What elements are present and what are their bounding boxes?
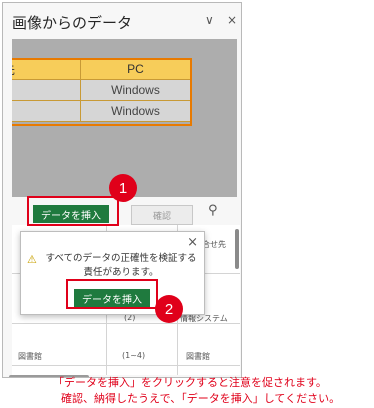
grid-line bbox=[12, 365, 240, 366]
close-icon[interactable]: × bbox=[227, 13, 237, 27]
highlight-box-popup-insert bbox=[66, 279, 158, 309]
popup-message: すべてのデータの正確性を検証する責任があります。 bbox=[45, 253, 197, 278]
vertical-scrollbar[interactable] bbox=[235, 229, 239, 269]
confirm-button[interactable]: 確認 bbox=[131, 205, 193, 225]
grid-cell: 図書館 bbox=[18, 352, 42, 361]
annotation-line-1: 「データを挿入」をクリックすると注意を促されます。 bbox=[53, 376, 327, 389]
collapse-chevron-icon[interactable]: ∨ bbox=[205, 13, 214, 27]
popup-close-icon[interactable]: × bbox=[187, 235, 198, 250]
callout-1: 1 bbox=[109, 174, 137, 202]
grid-cell: (1~4) bbox=[122, 351, 146, 360]
callout-2: 2 bbox=[155, 295, 183, 323]
pane-title: 画像からのデータ bbox=[12, 14, 133, 32]
annotation-line-2: 確認、納得したうえで、「データを挿入」してください。 bbox=[61, 392, 341, 405]
grid-cell: 合せ先 bbox=[202, 240, 226, 249]
highlight-box-insert bbox=[27, 196, 119, 226]
grid-cell: 図書館 bbox=[186, 352, 210, 361]
table-selection-outline bbox=[12, 58, 192, 126]
warning-icon: ⚠ bbox=[27, 253, 37, 266]
lightbulb-icon[interactable]: ⚲ bbox=[208, 203, 218, 218]
